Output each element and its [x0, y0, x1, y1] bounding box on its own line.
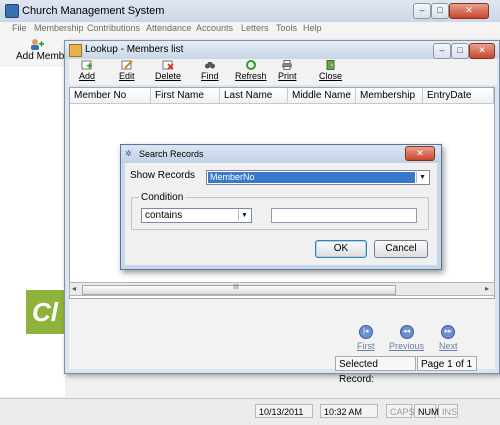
first-label: First [357, 341, 375, 351]
lookup-toolbar: Add Edit Delete Find Refresh Print Close [69, 59, 497, 85]
chevron-down-icon[interactable]: ▼ [416, 172, 428, 183]
status-ins: INS [438, 404, 458, 418]
next-label: Next [439, 341, 458, 351]
horizontal-scrollbar[interactable]: ◂ III ▸ [69, 282, 495, 296]
lookup-title-bar: Lookup - Members list – □ ✕ [65, 41, 499, 59]
printer-icon [282, 60, 293, 70]
refresh-tool-button[interactable]: Refresh [235, 60, 267, 81]
folder-icon [69, 44, 82, 57]
page-info: Page 1 of 1 [417, 356, 477, 371]
search-title-bar: ✲ Search Records ✕ [121, 145, 441, 163]
scrollbar-thumb[interactable] [82, 285, 396, 295]
delete-tool-label: Delete [155, 71, 182, 81]
menu-file[interactable]: File [12, 23, 27, 33]
minimize-button[interactable]: – [413, 3, 431, 19]
print-tool-button[interactable]: Print [278, 60, 297, 81]
add-tool-label: Add [79, 71, 96, 81]
find-tool-button[interactable]: Find [201, 60, 219, 81]
app-icon [5, 4, 19, 18]
close-button[interactable]: ✕ [449, 3, 489, 19]
condition-select[interactable]: contains ▼ [141, 208, 252, 223]
column-header-first-name[interactable]: First Name [151, 88, 220, 104]
next-icon: ▸▸ [441, 325, 456, 339]
condition-label: Condition [139, 192, 186, 203]
lookup-maximize-button[interactable]: □ [451, 43, 469, 59]
search-close-button[interactable]: ✕ [405, 146, 435, 161]
main-title-bar: Church Management System – □ ✕ [0, 0, 500, 23]
column-header-entry-date[interactable]: EntryDate [423, 88, 494, 104]
left-pane [0, 67, 65, 397]
cancel-button[interactable]: Cancel [374, 240, 428, 258]
binoculars-icon [204, 62, 215, 69]
column-header-last-name[interactable]: Last Name [220, 88, 288, 104]
search-dialog-title: Search Records [139, 149, 204, 159]
add-member-icon[interactable] [30, 38, 44, 50]
selected-record-label: Selected Record: [335, 356, 416, 385]
refresh-icon [245, 60, 256, 70]
menu-bar: File Membership Contributions Attendance… [0, 22, 500, 37]
main-window-title: Church Management System [22, 5, 165, 17]
binoculars-icon: ✲ [125, 149, 132, 158]
menu-contributions[interactable]: Contributions [87, 23, 140, 33]
show-records-label: Show Records [130, 170, 196, 181]
close-tool-label: Close [319, 71, 343, 81]
condition-value: contains [145, 210, 183, 221]
menu-attendance[interactable]: Attendance [146, 23, 192, 33]
show-records-select[interactable]: MemberNo ▼ [206, 170, 430, 185]
column-header-member-no[interactable]: Member No [70, 88, 151, 104]
scroll-grip: III [233, 284, 239, 291]
add-tool-button[interactable]: Add [79, 60, 95, 81]
status-num: NUM [414, 404, 439, 418]
previous-icon: ◂◂ [399, 325, 414, 339]
edit-icon [121, 60, 133, 70]
previous-label: Previous [389, 341, 425, 351]
close-tool-button[interactable]: Close [319, 60, 342, 81]
menu-help[interactable]: Help [303, 23, 322, 33]
next-button[interactable]: ▸▸ Next [439, 325, 458, 351]
menu-membership[interactable]: Membership [34, 23, 84, 33]
menu-tools[interactable]: Tools [276, 23, 297, 33]
edit-tool-button[interactable]: Edit [119, 60, 135, 81]
column-header-middle-name[interactable]: Middle Name [288, 88, 356, 104]
maximize-button[interactable]: □ [431, 3, 449, 19]
menu-letters[interactable]: Letters [241, 23, 269, 33]
condition-text-input[interactable] [271, 208, 417, 223]
delete-icon [162, 60, 174, 70]
status-date: 10/13/2011 [255, 404, 313, 418]
app-logo: Cl [26, 290, 66, 334]
column-header-membership[interactable]: Membership [356, 88, 423, 104]
status-time: 10:32 AM [320, 404, 378, 418]
show-records-value: MemberNo [208, 172, 415, 183]
find-tool-label: Find [201, 71, 219, 81]
scroll-left-icon[interactable]: ◂ [72, 284, 76, 293]
refresh-tool-label: Refresh [235, 71, 267, 81]
scroll-right-icon[interactable]: ▸ [485, 284, 489, 293]
print-tool-label: Print [278, 71, 297, 81]
add-icon [81, 60, 92, 70]
lookup-window-title: Lookup - Members list [85, 44, 184, 55]
ok-button[interactable]: OK [315, 240, 367, 258]
lookup-close-button[interactable]: ✕ [469, 43, 495, 59]
exit-door-icon [326, 60, 334, 70]
lookup-minimize-button[interactable]: – [433, 43, 451, 59]
status-caps: CAPS [386, 404, 415, 418]
chevron-down-icon[interactable]: ▼ [238, 210, 250, 221]
previous-button[interactable]: ◂◂ Previous [389, 325, 424, 351]
edit-tool-label: Edit [119, 71, 135, 81]
menu-accounts[interactable]: Accounts [196, 23, 233, 33]
first-button[interactable]: |◂ First [357, 325, 375, 351]
first-icon: |◂ [358, 325, 373, 339]
delete-tool-button[interactable]: Delete [155, 60, 181, 81]
